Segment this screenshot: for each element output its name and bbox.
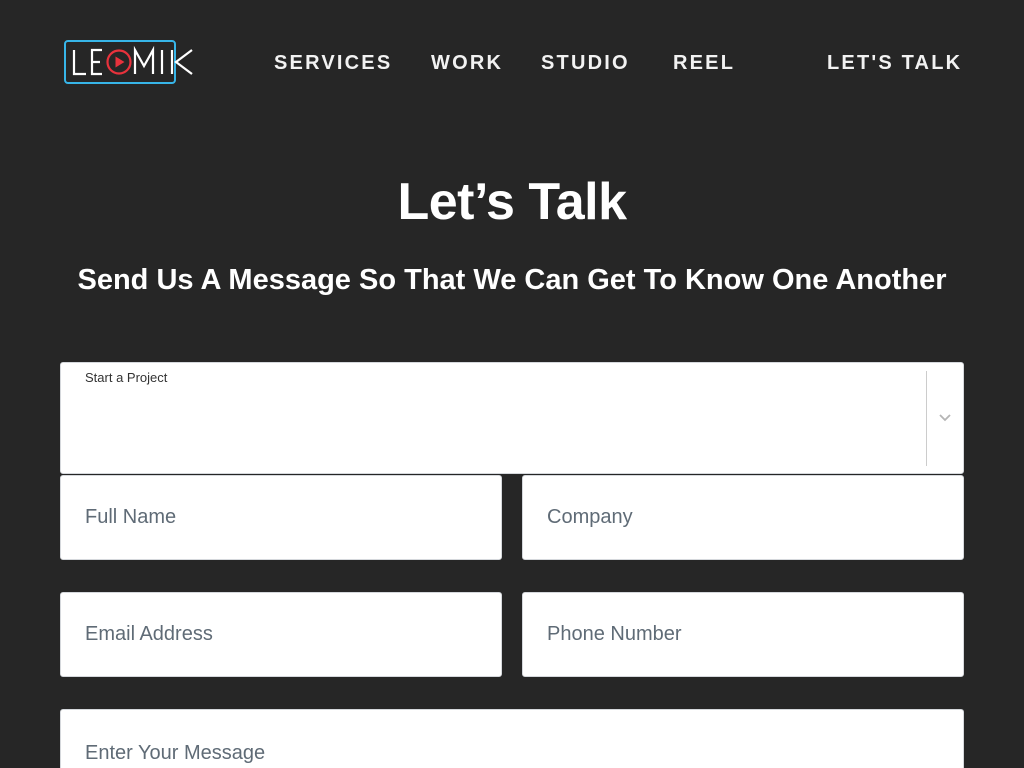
project-type-select[interactable]: Start a Project — [60, 362, 964, 474]
nav-work[interactable]: WORK — [431, 51, 503, 75]
nav-services[interactable]: SERVICES — [274, 51, 392, 75]
project-select-label: Start a Project — [85, 370, 168, 385]
email-field[interactable] — [60, 592, 502, 677]
message-field[interactable] — [60, 709, 964, 768]
nav-lets-talk[interactable]: LET'S TALK — [827, 51, 962, 75]
nav-studio[interactable]: STUDIO — [541, 51, 630, 75]
contact-page: SERVICES WORK STUDIO REEL LET'S TALK Let… — [0, 0, 1024, 768]
phone-field[interactable] — [522, 592, 964, 677]
company-field[interactable] — [522, 475, 964, 560]
main-nav: SERVICES WORK STUDIO REEL LET'S TALK — [0, 51, 1024, 75]
page-subtitle: Send Us A Message So That We Can Get To … — [77, 264, 947, 296]
page-title: Let’s Talk — [397, 173, 627, 231]
full-name-field[interactable] — [60, 475, 502, 560]
chevron-down-icon[interactable] — [937, 411, 953, 423]
nav-reel[interactable]: REEL — [673, 51, 735, 75]
select-divider — [926, 371, 927, 466]
